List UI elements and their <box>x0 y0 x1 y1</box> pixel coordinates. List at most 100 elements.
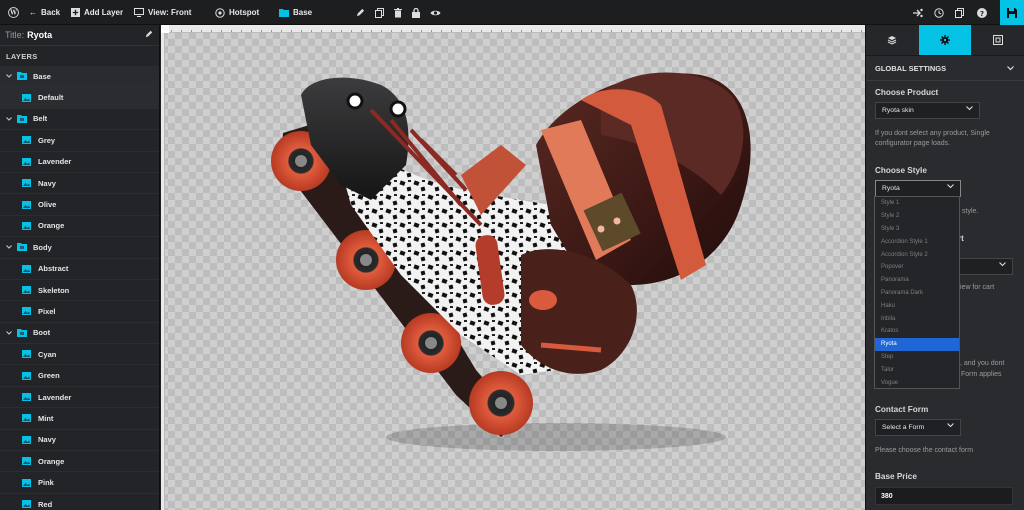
layer-item-label: Navy <box>38 178 56 188</box>
image-icon <box>22 500 31 508</box>
layer-item[interactable]: Pink <box>0 472 159 494</box>
layer-item[interactable]: Default <box>0 87 159 109</box>
style-option[interactable]: Step <box>875 351 959 364</box>
style-option[interactable]: Panorama Dark <box>875 287 959 300</box>
image-icon <box>22 93 31 102</box>
copy-icon[interactable] <box>375 0 384 25</box>
image-icon <box>22 393 31 402</box>
layer-item[interactable]: Navy <box>0 173 159 195</box>
layer-item[interactable]: Cyan <box>0 344 159 366</box>
hotspot-button[interactable]: Hotspot <box>215 0 259 25</box>
layer-item-label: Grey <box>38 135 56 145</box>
title-row[interactable]: Title: Ryota <box>0 25 159 46</box>
tab-frame[interactable] <box>971 25 1024 55</box>
image-icon <box>22 221 31 230</box>
save-button[interactable] <box>1000 0 1024 25</box>
global-settings-header[interactable]: GLOBAL SETTINGS <box>866 56 1024 81</box>
style-option[interactable]: Style 3 <box>875 223 959 236</box>
floppy-icon <box>1007 7 1017 18</box>
svg-text:?: ? <box>980 10 984 18</box>
design-canvas[interactable] <box>161 25 865 510</box>
style-help-partial: style. <box>962 208 979 215</box>
base-layer-button[interactable]: Base <box>279 0 312 25</box>
image-icon <box>22 457 31 466</box>
layer-item[interactable]: Navy <box>0 430 159 452</box>
eye-icon[interactable] <box>430 0 441 25</box>
layer-item-label: Navy <box>38 435 56 445</box>
layer-item-label: Skeleton <box>38 285 70 295</box>
style-option[interactable]: Haku <box>875 299 959 312</box>
style-option[interactable]: Accordion Style 2 <box>875 248 959 261</box>
style-option[interactable]: Ryota <box>875 337 959 351</box>
form-help-partial-2: Form applies <box>961 371 1002 378</box>
layer-item[interactable]: Abstract <box>0 259 159 280</box>
style-option[interactable]: Inbila <box>875 312 959 325</box>
svg-text:W: W <box>9 10 17 17</box>
style-option[interactable]: Vogue <box>875 376 959 389</box>
layer-group[interactable]: Body <box>0 237 159 259</box>
layer-group-label: Boot <box>33 328 51 338</box>
style-option[interactable]: Style 2 <box>875 210 959 223</box>
layer-item[interactable]: Grey <box>0 130 159 152</box>
image-icon <box>22 179 31 188</box>
duplicate-icon[interactable] <box>955 0 964 25</box>
layer-item[interactable]: Lavender <box>0 152 159 173</box>
layers-icon <box>888 36 897 45</box>
trash-icon[interactable] <box>394 0 402 25</box>
image-icon <box>22 157 31 166</box>
folder-icon <box>279 9 289 17</box>
layer-group[interactable]: Belt <box>0 109 159 131</box>
layer-item[interactable]: Red <box>0 494 159 510</box>
lock-icon[interactable] <box>412 0 420 25</box>
image-icon <box>22 478 31 487</box>
layer-item[interactable]: Pixel <box>0 301 159 323</box>
history-icon[interactable] <box>934 0 944 25</box>
tab-layers[interactable] <box>866 25 919 55</box>
tab-settings[interactable] <box>918 25 972 55</box>
contact-form-select[interactable]: Select a Form <box>875 419 961 436</box>
style-option[interactable]: Accordion Style 1 <box>875 235 959 248</box>
hotspot-icon <box>215 7 225 18</box>
gear-icon <box>940 35 950 45</box>
style-select[interactable]: Ryota <box>875 180 961 197</box>
plus-square-icon <box>71 8 80 17</box>
layer-list: Base Default Belt Grey Lavender Navy Olive Oran… <box>0 66 159 510</box>
title-value: Ryota <box>27 30 53 40</box>
wordpress-icon[interactable]: W <box>8 0 19 25</box>
layer-group[interactable]: Base <box>0 66 159 88</box>
style-option[interactable]: Talor <box>875 363 959 376</box>
edit-icon[interactable] <box>356 0 365 25</box>
layer-item-label: Orange <box>38 456 65 466</box>
layer-item[interactable]: Olive <box>0 194 159 216</box>
layer-item[interactable]: Orange <box>0 451 159 473</box>
layer-item[interactable]: Mint <box>0 408 159 430</box>
view-selector[interactable]: View: Front <box>134 0 191 25</box>
style-option[interactable]: Panorama <box>875 274 959 287</box>
top-toolbar: W ← Back Add Layer View: Front Hotspot Ba… <box>0 0 1024 25</box>
product-select[interactable]: Ryota skin <box>875 102 980 119</box>
pencil-icon[interactable] <box>145 30 153 40</box>
help-icon[interactable]: ? <box>977 0 987 25</box>
back-button[interactable]: ← Back <box>29 0 60 25</box>
layer-item-label: Lavender <box>38 392 72 402</box>
chevron-down-icon <box>1007 64 1014 73</box>
style-option[interactable]: Kratos <box>875 325 959 338</box>
layer-item-label: Olive <box>38 200 57 210</box>
layer-item-label: Mint <box>38 413 54 423</box>
style-option[interactable]: Style 1 <box>875 197 959 210</box>
chevron-down-icon <box>966 106 973 113</box>
style-option[interactable]: Popover <box>875 261 959 274</box>
base-price-input[interactable]: 380 <box>875 487 1013 505</box>
form-help-partial-1: , and you dont <box>960 360 1005 367</box>
add-layer-button[interactable]: Add Layer <box>71 0 123 25</box>
layer-group[interactable]: Boot <box>0 323 159 345</box>
layer-item[interactable]: Skeleton <box>0 280 159 302</box>
share-icon[interactable] <box>912 0 923 25</box>
layer-item[interactable]: Green <box>0 365 159 387</box>
layer-item[interactable]: Orange <box>0 216 159 238</box>
choose-product-label: Choose Product <box>875 88 939 97</box>
contact-form-label: Contact Form <box>875 405 929 414</box>
layer-item[interactable]: Lavender <box>0 387 159 409</box>
image-icon <box>22 286 31 295</box>
image-icon <box>22 350 31 359</box>
